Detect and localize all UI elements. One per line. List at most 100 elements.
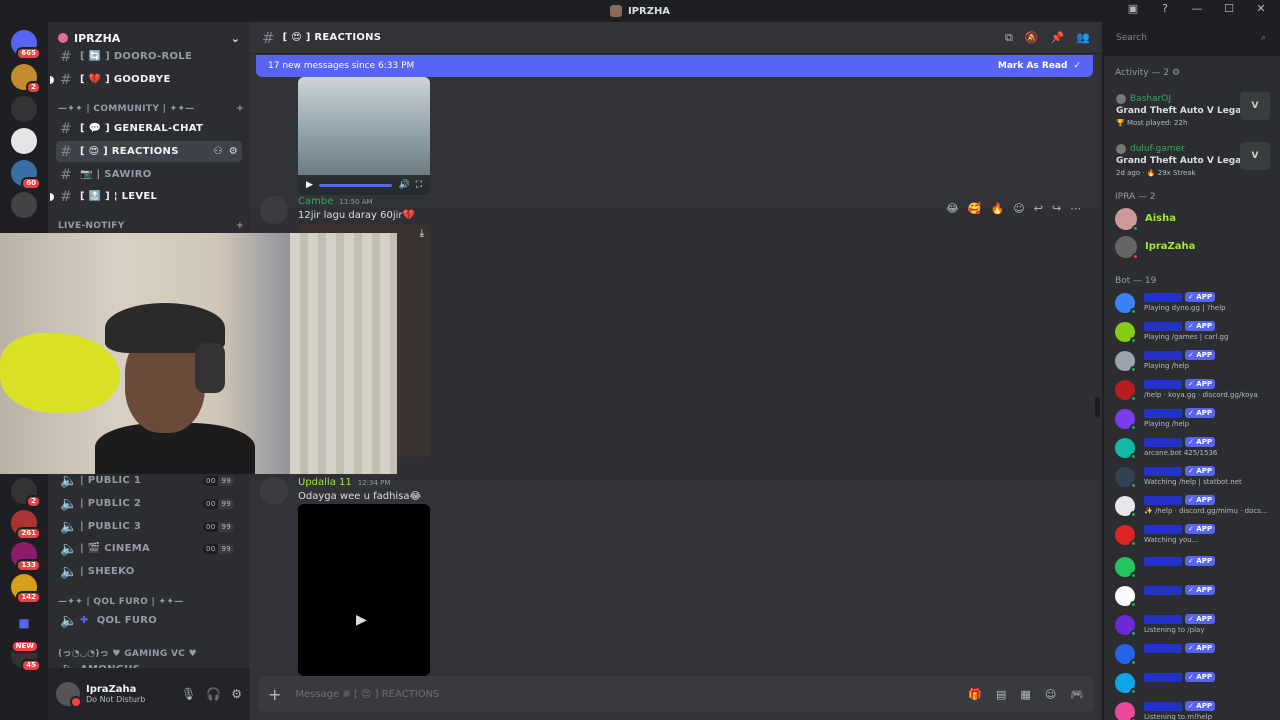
- search-icon: ⌕: [1260, 33, 1266, 43]
- message-author[interactable]: Cambe: [298, 196, 333, 207]
- search-input[interactable]: Search ⌕: [1110, 28, 1272, 48]
- server-icon[interactable]: 2: [11, 64, 41, 94]
- bot-member-item[interactable]: ✓ APP: [1115, 671, 1280, 700]
- bot-member-item[interactable]: ✓ APP Playing /help: [1115, 349, 1280, 378]
- channel-reactions[interactable]: #[ 😍 ] REACTIONS ⚇ ⚙: [56, 141, 242, 162]
- member-item[interactable]: Aisha: [1115, 206, 1275, 234]
- reply-icon[interactable]: ↩: [1034, 202, 1043, 215]
- threads-icon[interactable]: ⧉: [1005, 31, 1013, 45]
- maximize-icon[interactable]: ☐: [1220, 2, 1238, 15]
- help-icon[interactable]: ?: [1156, 2, 1174, 15]
- message-input[interactable]: Message # [ 😍 ] REACTIONS: [295, 689, 439, 700]
- server-icon[interactable]: 60: [11, 160, 41, 190]
- bot-member-item[interactable]: ✓ APP Watching you...: [1115, 523, 1280, 552]
- folder-icon[interactable]: ■: [11, 610, 37, 636]
- sticker-icon[interactable]: ▦: [1020, 688, 1030, 701]
- server-icon[interactable]: 142: [11, 574, 41, 604]
- gear-icon[interactable]: ⚙: [229, 146, 238, 157]
- volume-icon[interactable]: 🔊: [398, 180, 409, 190]
- play-icon[interactable]: ▶: [306, 180, 313, 190]
- apps-icon[interactable]: 🎮: [1070, 688, 1084, 701]
- hash-icon: #: [60, 166, 73, 183]
- pin-icon[interactable]: 📌: [1051, 31, 1065, 45]
- upload-plus-icon[interactable]: +: [268, 685, 281, 704]
- bot-member-item[interactable]: ✓ APP Playing dyno.gg | ?help: [1115, 291, 1280, 320]
- reaction-fire-icon[interactable]: 🔥: [991, 202, 1005, 215]
- category-gaming-vc[interactable]: (っ◔◡◔)っ ♥ GAMING VC ♥: [58, 646, 244, 659]
- bot-member-item[interactable]: ✓ APP: [1115, 555, 1280, 584]
- bot-member-item[interactable]: ✓ APP Watching /help | statbot.net: [1115, 465, 1280, 494]
- home-icon[interactable]: 665: [11, 30, 41, 60]
- bot-member-item[interactable]: ✓ APP: [1115, 642, 1280, 671]
- avatar: [1115, 380, 1137, 402]
- reaction-laugh-icon[interactable]: 😂: [946, 202, 959, 215]
- message-author[interactable]: Updalla 11: [298, 477, 352, 488]
- voice-channel-qol-furo[interactable]: 🔈 ✚ QOL FURO: [56, 610, 242, 631]
- activity-card[interactable]: duluf-gamer Grand Theft Auto V Legacy 2d…: [1112, 142, 1272, 184]
- speaker-icon: 🔈: [60, 540, 78, 557]
- avatar[interactable]: [260, 477, 288, 505]
- voice-channel-sheeko[interactable]: 🔈 | SHEEKO: [56, 561, 242, 582]
- bot-member-item[interactable]: ✓ APP Listening to m!help: [1115, 700, 1280, 720]
- server-icon[interactable]: [11, 128, 37, 154]
- category-community[interactable]: —✦✦ | COMMUNITY | ✦✦— +: [58, 104, 244, 114]
- server-icon[interactable]: 133: [11, 542, 41, 572]
- bot-member-item[interactable]: ✓ APP arcane.bot 425/1536: [1115, 436, 1280, 465]
- channel-sawiro[interactable]: # 📷 | SAWIRO: [56, 164, 242, 185]
- reaction-love-icon[interactable]: 🥰: [968, 202, 982, 215]
- avatar[interactable]: [56, 682, 82, 708]
- server-icon[interactable]: [11, 96, 37, 122]
- server-icon[interactable]: 261: [11, 510, 41, 540]
- microphone-icon[interactable]: 🎙: [181, 687, 196, 701]
- category-live-notify[interactable]: LIVE-NOTIFY +: [58, 221, 244, 231]
- category-qol-furo[interactable]: —✦✦ | QOL FURO | ✦✦—: [58, 597, 244, 607]
- message-composer[interactable]: + Message # [ 😍 ] REACTIONS 🎁 ▤ ▦ ☺ 🎮: [258, 676, 1094, 712]
- avatar[interactable]: [260, 196, 288, 224]
- bot-member-item[interactable]: ✓ APP Listening to /play: [1115, 613, 1280, 642]
- bot-member-item[interactable]: ✓ APP/help · koya.gg · discord.gg/koya: [1115, 378, 1280, 407]
- channel-dooro-role[interactable]: #[ 🔄 ] DOORO-ROLE: [56, 46, 242, 67]
- play-icon[interactable]: ▶: [356, 612, 367, 628]
- notification-bell-icon[interactable]: 🔕: [1025, 31, 1039, 45]
- inbox-icon[interactable]: ▣: [1124, 2, 1142, 15]
- gear-icon[interactable]: ⚙: [231, 687, 242, 701]
- avatar: [1115, 673, 1137, 695]
- bot-activity: Watching /help | statbot.net: [1144, 478, 1242, 486]
- bot-member-item[interactable]: ✓ APP Playing /help: [1115, 407, 1280, 436]
- gift-icon[interactable]: 🎁: [968, 688, 982, 701]
- bot-member-item[interactable]: ✓ APP ✨ /help · discord.gg/mimu · docs...: [1115, 494, 1280, 523]
- server-icon[interactable]: NEW 45: [10, 640, 41, 672]
- forward-icon[interactable]: ↪: [1052, 202, 1061, 215]
- add-channel-icon[interactable]: +: [236, 104, 244, 114]
- emoji-icon[interactable]: ☺: [1045, 688, 1056, 701]
- minimize-icon[interactable]: —: [1188, 2, 1206, 15]
- server-icon[interactable]: 2: [11, 478, 41, 508]
- add-channel-icon[interactable]: +: [236, 221, 244, 231]
- bot-member-item[interactable]: ✓ APP Playing /games | carl.gg: [1115, 320, 1280, 349]
- bot-name-redacted: [1144, 321, 1182, 331]
- headphones-icon[interactable]: 🎧: [206, 687, 221, 701]
- member-list-icon[interactable]: 👥: [1076, 31, 1090, 45]
- activity-card[interactable]: BasharOJ Grand Theft Auto V Legacy 🏆 Mos…: [1112, 92, 1272, 134]
- server-icon[interactable]: [11, 192, 37, 218]
- mark-as-read-button[interactable]: Mark As Read ✓: [998, 61, 1081, 71]
- scrollbar[interactable]: [1095, 397, 1100, 417]
- fullscreen-icon[interactable]: ⛶: [416, 180, 422, 190]
- gif-icon[interactable]: ▤: [996, 688, 1006, 701]
- close-icon[interactable]: ✕: [1252, 2, 1270, 15]
- voice-channel-public-2[interactable]: 🔈 | PUBLIC 2 00 99: [56, 493, 242, 514]
- channel-general-chat[interactable]: #[ 💬 ] GENERAL-CHAT: [56, 118, 242, 139]
- voice-channel-cinema[interactable]: 🔈 | 🎬 CINEMA 00 99: [56, 538, 242, 559]
- add-reaction-icon[interactable]: ☺: [1013, 202, 1024, 215]
- video-attachment[interactable]: ▶ 🔊 ⛶: [298, 77, 430, 195]
- channel-level[interactable]: #[ 🔝 ] ¦ LEVEL: [50, 186, 242, 207]
- bot-member-item[interactable]: ✓ APP: [1115, 584, 1280, 613]
- member-item[interactable]: IpraZaha: [1115, 234, 1275, 262]
- more-icon[interactable]: ⋯: [1070, 202, 1081, 215]
- invite-icon[interactable]: ⚇: [213, 146, 222, 157]
- new-messages-bar[interactable]: 17 new messages since 6:33 PM Mark As Re…: [256, 55, 1093, 77]
- download-icon[interactable]: ⤓: [420, 228, 424, 239]
- channel-goodbye[interactable]: #[ 💔 ] GOODBYE: [50, 69, 242, 90]
- voice-channel-public-3[interactable]: 🔈 | PUBLIC 3 00 99: [56, 516, 242, 537]
- video-attachment[interactable]: ▶: [298, 504, 430, 676]
